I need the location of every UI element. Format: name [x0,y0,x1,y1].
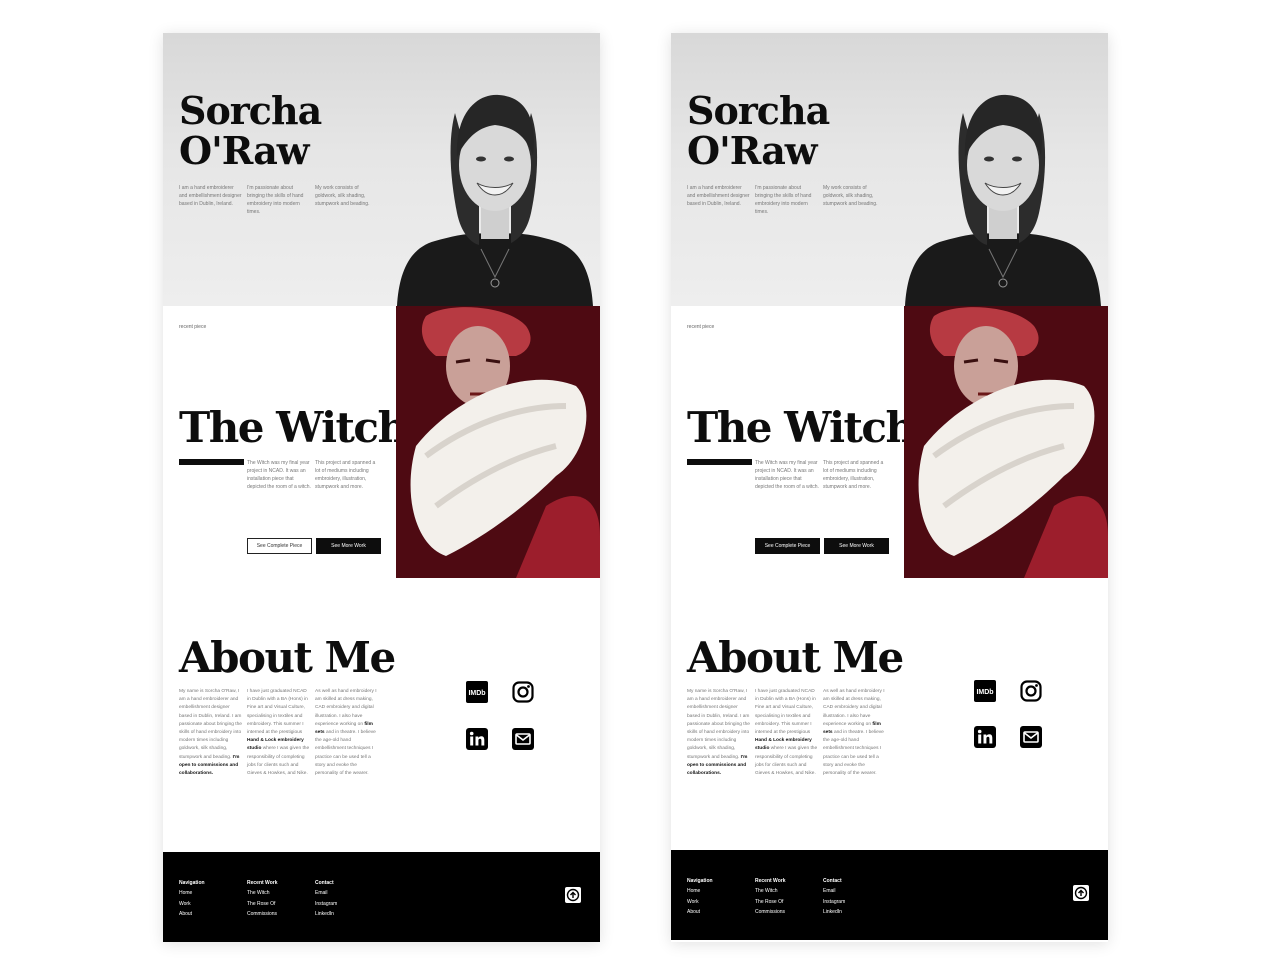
footer-contact-column: Contact Email Instagram LinkedIn [823,876,845,918]
footer-nav-heading: Navigation [179,880,205,886]
hero-intro-col: My work consists of goldwork, silk shadi… [315,185,370,207]
see-complete-piece-button[interactable]: See Complete Piece [755,538,820,554]
witch-description: The Witch was my final year project in N… [755,459,887,491]
title-underline-bar [687,459,752,465]
about-col-3: As well as hand embroidery I am skilled … [315,688,379,778]
footer-link-linkedin[interactable]: LinkedIn [823,907,845,917]
footer-link-commissions[interactable]: Commissions [755,907,785,917]
hero-section: Sorcha O'Raw I am a hand embroiderer and… [671,33,1108,306]
about-col-3-text: and in theatre. I believe the age-old ha… [315,730,376,777]
instagram-icon[interactable] [512,681,534,703]
footer-link-instagram[interactable]: Instagram [823,897,845,907]
hero-name-last: O'Raw [687,128,818,173]
about-col-3: As well as hand embroidery I am skilled … [823,688,887,778]
see-more-work-button[interactable]: See More Work [316,538,381,554]
recent-piece-label: recent piece [687,324,715,330]
witch-title: The Witch [179,403,408,452]
about-col-3-text: and in theatre. I believe the age-old ha… [823,730,884,777]
footer-link-email[interactable]: Email [823,886,845,896]
footer-recent-column: Recent Work The Witch The Rose Of Commis… [755,876,785,918]
witch-title: The Witch [687,403,916,452]
scroll-to-top-icon[interactable] [1073,885,1089,901]
hero-intro-col: I'm passionate about bringing the skills… [755,185,812,215]
imdb-icon[interactable]: IMDb [466,681,488,703]
witch-desc-col: This project and spanned a lot of medium… [315,460,376,490]
hero-name-last: O'Raw [179,128,310,173]
mail-icon[interactable] [1020,726,1042,748]
imdb-icon-label: IMDb [468,690,485,697]
about-col-1-text: My name is Sorcha O'Raw, I am a hand emb… [687,689,750,760]
about-col-2-text: I have just graduated NCAD in Dublin wit… [755,689,816,736]
footer-link-about[interactable]: About [687,907,713,917]
about-col-1: My name is Sorcha O'Raw, I am a hand emb… [687,688,751,778]
footer-nav-heading: Navigation [687,878,713,884]
footer-contact-heading: Contact [315,880,334,886]
linkedin-icon[interactable] [974,726,996,748]
about-col-2-text: I have just graduated NCAD in Dublin wit… [247,689,308,736]
hero-intro-col: My work consists of goldwork, silk shadi… [823,185,878,207]
portrait-photo [397,94,593,306]
footer-recent-column: Recent Work The Witch The Rose Of Commis… [247,878,277,920]
imdb-icon-label: IMDb [976,689,993,696]
witch-artwork-image [904,306,1108,578]
about-col-2: I have just graduated NCAD in Dublin wit… [247,688,311,778]
footer-nav-column: Navigation Home Work About [687,876,713,918]
hero-name-first: Sorcha [179,88,322,133]
footer-link-commissions[interactable]: Commissions [247,909,277,919]
imdb-icon[interactable]: IMDb [974,680,996,702]
hero-intro-col: I am a hand embroiderer and embellishmen… [179,185,242,207]
footer-link-the-witch[interactable]: The Witch [755,886,785,896]
footer-link-work[interactable]: Work [179,899,205,909]
about-col-1-text: My name is Sorcha O'Raw, I am a hand emb… [179,689,242,760]
footer-recent-heading: Recent Work [247,880,278,886]
hero-name-first: Sorcha [687,88,830,133]
hero-intro-col: I'm passionate about bringing the skills… [247,185,304,215]
hero-name: Sorcha O'Raw [179,88,322,173]
title-underline-bar [179,459,244,465]
footer: Navigation Home Work About Recent Work T… [671,850,1108,940]
page-mockup-right: Sorcha O'Raw I am a hand embroiderer and… [671,33,1108,942]
footer-link-home[interactable]: Home [687,886,713,896]
about-description: My name is Sorcha O'Raw, I am a hand emb… [179,688,379,778]
about-col-1: My name is Sorcha O'Raw, I am a hand emb… [179,688,243,778]
witch-desc-col: This project and spanned a lot of medium… [823,460,884,490]
hero-section: Sorcha O'Raw I am a hand embroiderer and… [163,33,600,306]
linkedin-icon[interactable] [466,728,488,750]
footer-link-the-witch[interactable]: The Witch [247,888,277,898]
witch-description: The Witch was my final year project in N… [247,459,379,491]
footer-link-linkedin[interactable]: LinkedIn [315,909,337,919]
footer-link-instagram[interactable]: Instagram [315,899,337,909]
footer-contact-column: Contact Email Instagram LinkedIn [315,878,337,920]
hero-intro: I am a hand embroiderer and embellishmen… [179,184,379,216]
about-title: About Me [179,633,396,682]
see-more-work-button[interactable]: See More Work [824,538,889,554]
witch-artwork-image [396,306,600,578]
footer-link-the-rose-of[interactable]: The Rose Of [755,897,785,907]
portrait-photo [905,94,1101,306]
footer-link-home[interactable]: Home [179,888,205,898]
scroll-to-top-icon[interactable] [565,887,581,903]
footer: Navigation Home Work About Recent Work T… [163,852,600,942]
footer-link-work[interactable]: Work [687,897,713,907]
about-description: My name is Sorcha O'Raw, I am a hand emb… [687,688,887,778]
see-complete-piece-button[interactable]: See Complete Piece [247,538,312,554]
recent-piece-label: recent piece [179,324,207,330]
footer-link-email[interactable]: Email [315,888,337,898]
about-title: About Me [687,633,904,682]
footer-link-about[interactable]: About [179,909,205,919]
instagram-icon[interactable] [1020,680,1042,702]
footer-recent-heading: Recent Work [755,878,786,884]
witch-desc-col: The Witch was my final year project in N… [247,460,311,490]
about-col-2: I have just graduated NCAD in Dublin wit… [755,688,819,778]
footer-nav-column: Navigation Home Work About [179,878,205,920]
page-mockup-left: Sorcha O'Raw I am a hand embroiderer and… [163,33,600,942]
mail-icon[interactable] [512,728,534,750]
footer-contact-heading: Contact [823,878,842,884]
hero-name: Sorcha O'Raw [687,88,830,173]
hero-intro: I am a hand embroiderer and embellishmen… [687,184,887,216]
hero-intro-col: I am a hand embroiderer and embellishmen… [687,185,750,207]
footer-link-the-rose-of[interactable]: The Rose Of [247,899,277,909]
witch-desc-col: The Witch was my final year project in N… [755,460,819,490]
